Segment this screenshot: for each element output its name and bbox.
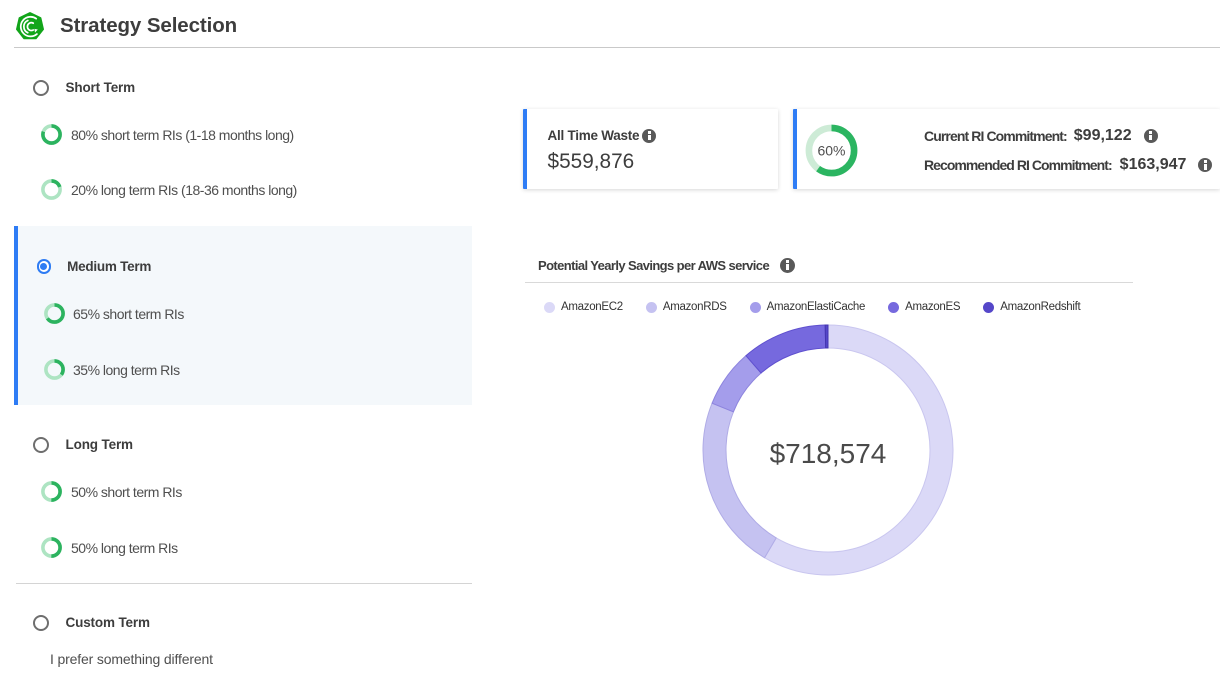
svg-text:$718,574: $718,574 (770, 438, 887, 469)
svg-text:60%: 60% (817, 142, 845, 158)
